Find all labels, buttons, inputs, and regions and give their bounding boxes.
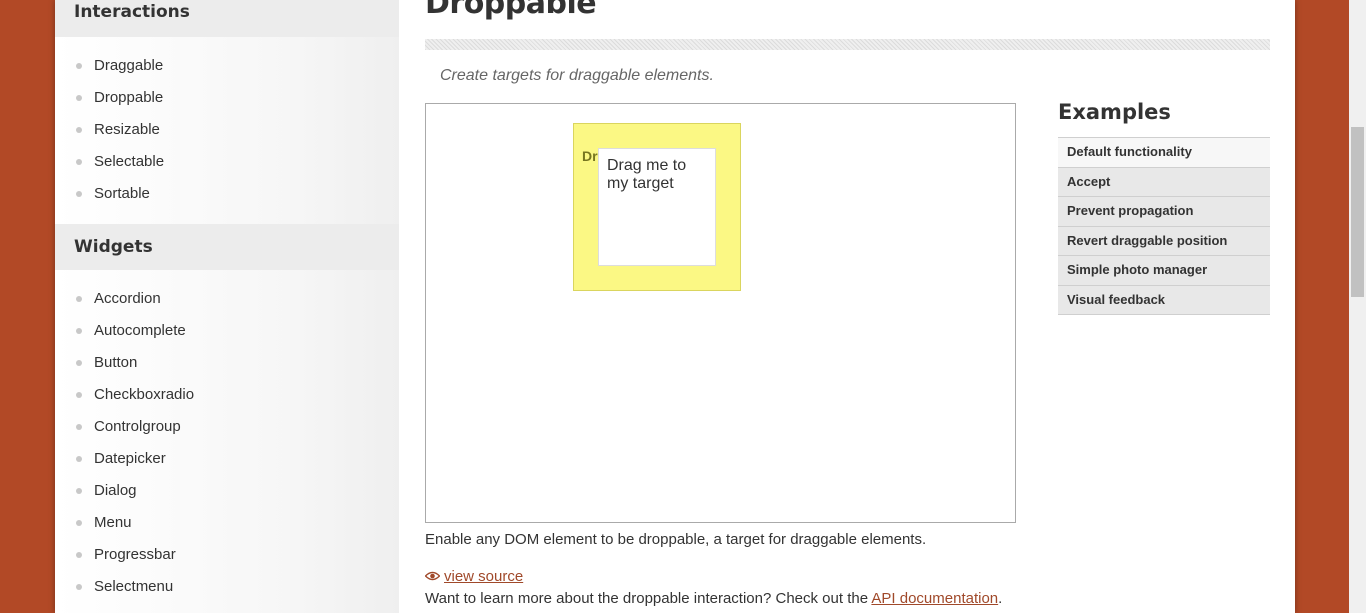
sidebar-item-button[interactable]: Button (55, 353, 194, 385)
sidebar: Interactions Draggable Droppable Resizab… (55, 0, 399, 613)
widgets-list: Accordion Autocomplete Button Checkboxra… (55, 289, 194, 609)
sidebar-item-accordion[interactable]: Accordion (55, 289, 194, 321)
sidebar-item-dialog[interactable]: Dialog (55, 481, 194, 513)
learn-more-text: Want to learn more about the droppable i… (425, 590, 1002, 607)
vertical-scrollbar[interactable] (1349, 0, 1366, 613)
sidebar-item-controlgroup[interactable]: Controlgroup (55, 417, 194, 449)
eye-icon (424, 568, 441, 585)
page-container: Interactions Draggable Droppable Resizab… (55, 0, 1295, 613)
sidebar-item-selectable[interactable]: Selectable (55, 152, 164, 184)
draggable-box[interactable]: Drag me to my target (598, 148, 716, 266)
demo-description: Enable any DOM element to be droppable, … (425, 531, 927, 548)
sidebar-item-checkboxradio[interactable]: Checkboxradio (55, 385, 194, 417)
sidebar-item-selectmenu[interactable]: Selectmenu (55, 577, 194, 609)
view-source-link[interactable]: view source (424, 568, 524, 585)
examples-list: Default functionality Accept Prevent pro… (1058, 137, 1270, 315)
learn-more-prefix: Want to learn more about the droppable i… (425, 590, 872, 607)
example-visual-feedback[interactable]: Visual feedback (1058, 285, 1270, 315)
sidebar-heading-widgets: Widgets (55, 224, 399, 270)
example-revert-draggable-position[interactable]: Revert draggable position (1058, 226, 1270, 256)
example-accept[interactable]: Accept (1058, 167, 1270, 197)
examples-heading: Examples (1058, 100, 1171, 124)
scrollbar-thumb[interactable] (1351, 127, 1364, 297)
example-prevent-propagation[interactable]: Prevent propagation (1058, 197, 1270, 227)
learn-more-suffix: . (998, 590, 1003, 607)
interactions-list: Draggable Droppable Resizable Selectable… (55, 56, 164, 216)
sidebar-item-menu[interactable]: Menu (55, 513, 194, 545)
api-documentation-link[interactable]: API documentation (871, 590, 998, 607)
page-subtitle: Create targets for draggable elements. (440, 67, 714, 84)
title-divider (425, 39, 1270, 50)
sidebar-item-droppable[interactable]: Droppable (55, 88, 164, 120)
sidebar-heading-interactions: Interactions (55, 0, 399, 37)
sidebar-item-draggable[interactable]: Draggable (55, 56, 164, 88)
sidebar-item-progressbar[interactable]: Progressbar (55, 545, 194, 577)
example-default-functionality[interactable]: Default functionality (1058, 138, 1270, 168)
view-source-label: view source (444, 568, 524, 585)
demo-frame: Drop here Drag me to my target (425, 103, 1016, 523)
sidebar-item-datepicker[interactable]: Datepicker (55, 449, 194, 481)
page-title: Droppable (425, 0, 597, 21)
sidebar-item-resizable[interactable]: Resizable (55, 120, 164, 152)
example-simple-photo-manager[interactable]: Simple photo manager (1058, 256, 1270, 286)
sidebar-item-sortable[interactable]: Sortable (55, 184, 164, 216)
sidebar-item-autocomplete[interactable]: Autocomplete (55, 321, 194, 353)
